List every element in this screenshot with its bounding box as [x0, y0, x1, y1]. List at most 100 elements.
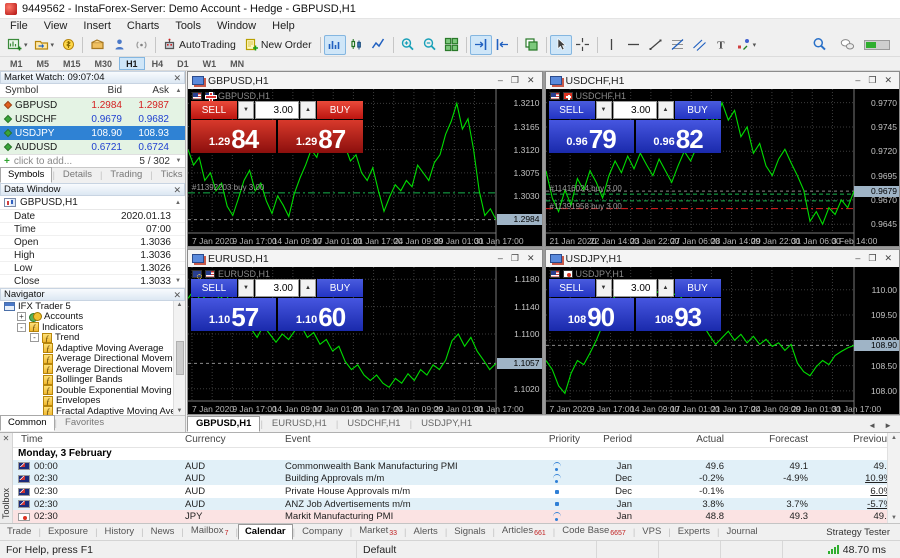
timeframe-mn[interactable]: MN [223, 57, 251, 70]
navigator-item[interactable]: ƒ Double Exponential Moving Av [0, 385, 185, 396]
data-folder-button[interactable] [86, 35, 108, 55]
profiles-button[interactable]: ▾ [31, 35, 58, 55]
navigator-item[interactable]: ƒ Bollinger Bands [0, 374, 185, 385]
minimize-button[interactable]: – [498, 253, 503, 264]
new-chart-button[interactable]: ▾ [4, 35, 31, 55]
close-button[interactable]: ✕ [527, 253, 535, 264]
chart-plot[interactable]: GBPUSD,H1 SELL ▼ 3.00 ▲ BUY 1.29 84 1.29 87 1.3210… [188, 89, 542, 246]
signals-broadcast-button[interactable] [130, 35, 152, 55]
column-header-event[interactable]: Event [285, 434, 528, 445]
chart-tab-gbpusd[interactable]: GBPUSD,H1 [187, 416, 261, 432]
column-header-time[interactable]: Time [13, 434, 185, 445]
vertical-line-tool-button[interactable] [601, 35, 623, 55]
toolbox-tab-exposure[interactable]: Exposure [41, 524, 95, 540]
navigator-item[interactable]: - ƒ Indicators [0, 322, 185, 333]
chat-button[interactable] [836, 35, 858, 55]
market-watch-toggle-button[interactable] [57, 35, 79, 55]
navigator-item[interactable]: - ƒ Trend [0, 332, 185, 343]
navigator-item[interactable]: ƒ Average Directional Movement [0, 364, 185, 375]
toolbox-tab-alerts[interactable]: Alerts [407, 524, 445, 540]
toolbox-tab-trade[interactable]: Trade [0, 524, 38, 540]
scroll-up-icon[interactable]: ▲ [177, 302, 183, 308]
sell-price[interactable]: 1.10 57 [191, 298, 276, 331]
timeframe-w1[interactable]: W1 [196, 57, 224, 70]
market-watch-row-usdchf[interactable]: USDCHF 0.9679 0.9682 [0, 112, 185, 126]
toolbox-tab-signals[interactable]: Signals [447, 524, 492, 540]
scroll-down-icon[interactable]: ▼ [172, 158, 185, 164]
chart-window-titlebar[interactable]: GBPUSD,H1 – ❐ ✕ [188, 72, 542, 89]
toolbox-tab-code-base[interactable]: Code Base6657 [555, 523, 633, 540]
close-icon[interactable]: ✕ [3, 433, 10, 443]
toolbox-tab-mailbox[interactable]: Mailbox7 [184, 523, 236, 540]
close-icon[interactable]: ✕ [173, 185, 181, 195]
navigator-item[interactable]: ƒ Fractal Adaptive Moving Avera [0, 406, 185, 415]
chart-tab-usdchf[interactable]: USDCHF,H1 [338, 416, 409, 432]
candlestick-mode-button[interactable] [346, 35, 368, 55]
menu-item-file[interactable]: File [2, 20, 36, 32]
column-header-symbol[interactable]: Symbol [0, 85, 78, 96]
market-watch-tab-trading[interactable]: Trading [102, 167, 150, 183]
trendline-tool-button[interactable] [645, 35, 667, 55]
scroll-up-icon[interactable]: ▲ [172, 88, 185, 94]
community-button[interactable] [108, 35, 130, 55]
timeframe-d1[interactable]: D1 [170, 57, 196, 70]
buy-price[interactable]: 108 93 [635, 298, 721, 331]
volume-up-button[interactable]: ▲ [300, 101, 316, 119]
buy-price[interactable]: 1.29 87 [278, 120, 363, 153]
scroll-down-icon[interactable]: ▼ [891, 515, 897, 521]
calendar-scrollbar[interactable]: ▲ ▼ [887, 433, 900, 523]
scroll-up-icon[interactable]: ▲ [891, 435, 897, 441]
chart-window-titlebar[interactable]: EURUSD,H1 – ❐ ✕ [188, 250, 542, 267]
calendar-row[interactable]: 02:30 JPY Markit Manufacturing PMI Jan 48.8 4… [13, 510, 900, 523]
menu-item-help[interactable]: Help [264, 20, 303, 32]
scroll-down-icon[interactable]: ▼ [175, 278, 181, 284]
toolbox-tab-calendar[interactable]: Calendar [237, 524, 293, 540]
volume-down-button[interactable]: ▼ [595, 279, 612, 297]
sell-price[interactable]: 0.96 79 [548, 120, 634, 153]
scrollbar-thumb[interactable] [175, 341, 184, 375]
text-tool-button[interactable]: T [711, 35, 733, 55]
chart-shift-button[interactable] [492, 35, 514, 55]
column-header-currency[interactable]: Currency [185, 434, 285, 445]
crosshair-tool-button[interactable] [572, 35, 594, 55]
buy-button[interactable]: BUY [674, 101, 721, 119]
volume-up-button[interactable]: ▲ [300, 279, 316, 297]
cursor-tool-button[interactable] [549, 34, 572, 55]
navigator-item[interactable]: ƒ Adaptive Moving Average [0, 343, 185, 354]
timeframe-h1[interactable]: H1 [119, 57, 145, 70]
volume-down-button[interactable]: ▼ [595, 101, 612, 119]
toolbox-tab-news[interactable]: News [144, 524, 182, 540]
sell-button[interactable]: SELL [548, 279, 595, 297]
market-watch-row-gbpusd[interactable]: GBPUSD 1.2984 1.2987 [0, 98, 185, 112]
tile-windows-button[interactable] [441, 35, 463, 55]
volume-up-button[interactable]: ▲ [657, 101, 674, 119]
menu-item-tools[interactable]: Tools [167, 20, 209, 32]
objects-tool-button[interactable]: ▾ [733, 35, 760, 55]
navigator-item[interactable]: IFX Trader 5 [0, 301, 185, 312]
column-header-forecast[interactable]: Forecast [724, 434, 808, 445]
horizontal-line-tool-button[interactable] [623, 35, 645, 55]
toolbox-tab-experts[interactable]: Experts [671, 524, 717, 540]
zoom-out-button[interactable] [419, 35, 441, 55]
chart-tab-usdjpy[interactable]: USDJPY,H1 [412, 416, 481, 432]
bar-chart-mode-button[interactable] [323, 34, 346, 55]
calendar-row[interactable]: 02:30 AUD Private House Approvals m/m Dec -0… [13, 485, 900, 498]
navigator-item[interactable]: + Accounts [0, 311, 185, 323]
close-button[interactable]: ✕ [527, 75, 535, 86]
maximize-button[interactable]: ❐ [511, 75, 519, 86]
maximize-button[interactable]: ❐ [868, 75, 876, 86]
column-header-priority[interactable]: Priority [528, 434, 586, 445]
minimize-button[interactable]: – [855, 253, 860, 264]
new-order-button[interactable]: New Order [241, 35, 317, 55]
connection-status[interactable]: 48.70 ms [782, 541, 900, 558]
sell-button[interactable]: SELL [548, 101, 595, 119]
toolbox-tab-vps[interactable]: VPS [635, 524, 668, 540]
close-icon[interactable]: ✕ [173, 73, 181, 83]
volume-up-button[interactable]: ▲ [657, 279, 674, 297]
maximize-button[interactable]: ❐ [868, 253, 876, 264]
navigator-item[interactable]: ƒ Envelopes [0, 395, 185, 406]
calendar-row[interactable]: 02:30 AUD ANZ Job Advertisements m/m Jan 3.8… [13, 497, 900, 511]
timeframe-h4[interactable]: H4 [145, 57, 171, 70]
search-button[interactable] [808, 35, 830, 55]
calendar-row[interactable]: 02:30 AUD Building Approvals m/m Dec -0.2% -4… [13, 472, 900, 486]
